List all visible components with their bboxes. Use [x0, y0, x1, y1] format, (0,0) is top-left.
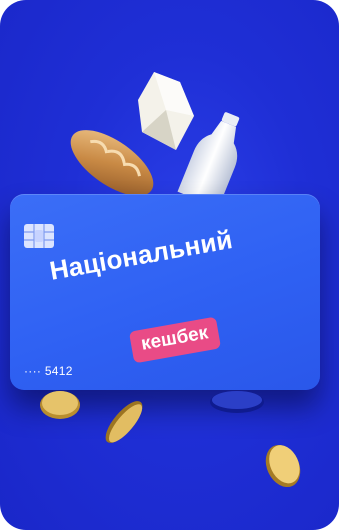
promo-banner[interactable]: Національний кешбек ···· 5412: [0, 0, 339, 530]
bank-card: Національний кешбек ···· 5412: [10, 194, 320, 390]
cheese-icon: [138, 72, 194, 150]
card-number: ···· 5412: [24, 364, 73, 378]
blue-coin-icon: [210, 391, 264, 413]
card-chip-icon: [24, 224, 54, 248]
cashback-badge: кешбек: [128, 316, 221, 364]
promo-title: Національний: [47, 224, 235, 286]
gold-coin-icon: [40, 391, 80, 419]
gold-coin-icon: [105, 401, 143, 443]
gold-coin-icon: [265, 444, 301, 488]
